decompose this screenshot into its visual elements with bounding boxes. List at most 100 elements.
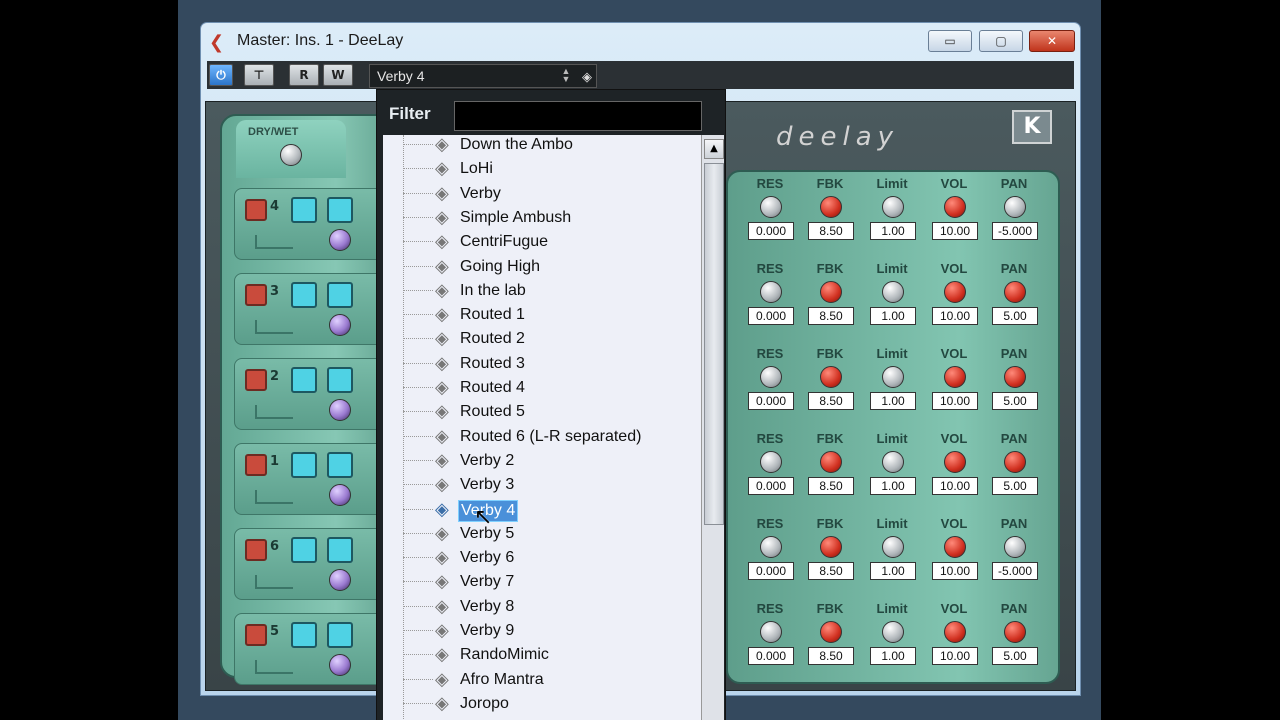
fbk-knob[interactable] (820, 281, 842, 303)
limit-knob[interactable] (882, 536, 904, 558)
vol-knob[interactable] (944, 281, 966, 303)
tap-knob[interactable] (329, 654, 351, 676)
tap-toggle-button[interactable] (327, 367, 353, 393)
close-button[interactable]: ✕ (1029, 30, 1075, 52)
tap-mute-button[interactable] (245, 369, 267, 391)
vol-knob[interactable] (944, 366, 966, 388)
res-field[interactable]: 0.000 (748, 647, 794, 665)
limit-knob[interactable] (882, 196, 904, 218)
fbk-field[interactable]: 8.50 (808, 307, 854, 325)
tap-toggle-button[interactable] (327, 282, 353, 308)
power-button[interactable]: ⏻ (209, 64, 233, 86)
preset-list-item[interactable]: ◈ Routed 4 (383, 376, 701, 400)
pan-knob[interactable] (1004, 451, 1026, 473)
tap-toggle-button[interactable] (291, 537, 317, 563)
preset-list-item[interactable]: ◈ Verby 3 (383, 473, 701, 497)
filter-input[interactable] (454, 101, 702, 131)
preset-list-item[interactable]: ◈ Verby (383, 182, 701, 206)
vol-knob[interactable] (944, 621, 966, 643)
limit-field[interactable]: 1.00 (870, 392, 916, 410)
res-knob[interactable] (760, 366, 782, 388)
preset-list-item[interactable]: ◈ Verby 5 (383, 522, 701, 546)
tap-toggle-button[interactable] (291, 197, 317, 223)
tap-knob[interactable] (329, 314, 351, 336)
res-knob[interactable] (760, 451, 782, 473)
limit-field[interactable]: 1.00 (870, 222, 916, 240)
limit-knob[interactable] (882, 451, 904, 473)
pan-field[interactable]: 5.00 (992, 307, 1038, 325)
vol-field[interactable]: 10.00 (932, 307, 978, 325)
preset-list-item[interactable]: ◈ Routed 3 (383, 352, 701, 376)
tap-mute-button[interactable] (245, 454, 267, 476)
preset-list-item[interactable]: ◈ In the lab (383, 279, 701, 303)
preset-list-item[interactable]: ◈ Routed 2 (383, 327, 701, 351)
preset-list-item[interactable]: ◈ Verby 2 (383, 449, 701, 473)
minimize-button[interactable]: ▭ (928, 30, 972, 52)
pan-knob[interactable] (1004, 536, 1026, 558)
fbk-field[interactable]: 8.50 (808, 392, 854, 410)
tap-mute-button[interactable] (245, 624, 267, 646)
fbk-knob[interactable] (820, 621, 842, 643)
res-field[interactable]: 0.000 (748, 392, 794, 410)
tap-toggle-button[interactable] (327, 622, 353, 648)
preset-list-item[interactable]: ◈ Verby 4 (383, 498, 701, 522)
preset-list-item[interactable]: ◈ Verby 7 (383, 570, 701, 594)
vol-field[interactable]: 10.00 (932, 222, 978, 240)
fbk-knob[interactable] (820, 196, 842, 218)
res-field[interactable]: 0.000 (748, 222, 794, 240)
list-scrollbar[interactable]: ▲ (701, 135, 724, 720)
fbk-field[interactable]: 8.50 (808, 477, 854, 495)
read-automation-button[interactable]: R (289, 64, 319, 86)
vol-knob[interactable] (944, 196, 966, 218)
tap-toggle-button[interactable] (291, 282, 317, 308)
bypass-button[interactable]: ⊤ (244, 64, 274, 86)
limit-field[interactable]: 1.00 (870, 647, 916, 665)
tap-toggle-button[interactable] (291, 622, 317, 648)
res-knob[interactable] (760, 536, 782, 558)
preset-list-item[interactable]: ◈ Routed 5 (383, 400, 701, 424)
tap-toggle-button[interactable] (291, 367, 317, 393)
res-knob[interactable] (760, 196, 782, 218)
pan-field[interactable]: 5.00 (992, 477, 1038, 495)
tap-toggle-button[interactable] (291, 452, 317, 478)
preset-list-item[interactable]: ◈ Down the Ambo (383, 135, 701, 157)
vol-field[interactable]: 10.00 (932, 477, 978, 495)
limit-knob[interactable] (882, 281, 904, 303)
preset-list-item[interactable]: ◈ Routed 1 (383, 303, 701, 327)
tap-knob[interactable] (329, 484, 351, 506)
pan-knob[interactable] (1004, 281, 1026, 303)
preset-list-item[interactable]: ◈ Going High (383, 255, 701, 279)
pan-knob[interactable] (1004, 366, 1026, 388)
tap-toggle-button[interactable] (327, 452, 353, 478)
scroll-up-button[interactable]: ▲ (704, 139, 724, 159)
title-bar[interactable]: ❮ Master: Ins. 1 - DeeLay ▭ ▢ ✕ (201, 23, 1080, 61)
tap-toggle-button[interactable] (327, 197, 353, 223)
pan-field[interactable]: 5.00 (992, 647, 1038, 665)
preset-list-item[interactable]: ◈ CentriFugue (383, 230, 701, 254)
preset-list-item[interactable]: ◈ RandoMimic (383, 643, 701, 667)
pan-field[interactable]: 5.00 (992, 392, 1038, 410)
limit-field[interactable]: 1.00 (870, 477, 916, 495)
vol-field[interactable]: 10.00 (932, 647, 978, 665)
pan-knob[interactable] (1004, 196, 1026, 218)
preset-list-item[interactable]: ◈ LoHi (383, 157, 701, 181)
limit-field[interactable]: 1.00 (870, 307, 916, 325)
tap-knob[interactable] (329, 229, 351, 251)
fbk-field[interactable]: 8.50 (808, 562, 854, 580)
scroll-thumb[interactable] (704, 163, 724, 525)
preset-selector[interactable]: Verby 4 ▲ ▼ ◈ (369, 64, 597, 88)
fbk-knob[interactable] (820, 451, 842, 473)
pan-knob[interactable] (1004, 621, 1026, 643)
preset-list-item[interactable]: ◈ Verby 6 (383, 546, 701, 570)
res-knob[interactable] (760, 281, 782, 303)
vol-field[interactable]: 10.00 (932, 392, 978, 410)
tap-mute-button[interactable] (245, 284, 267, 306)
preset-list-item[interactable]: ◈ Routed 6 (L-R separated) (383, 425, 701, 449)
vol-knob[interactable] (944, 536, 966, 558)
tap-knob[interactable] (329, 569, 351, 591)
preset-browser-icon[interactable]: ◈ (582, 66, 592, 88)
fbk-field[interactable]: 8.50 (808, 647, 854, 665)
preset-list-item[interactable]: ◈ Joropo (383, 692, 701, 716)
fbk-field[interactable]: 8.50 (808, 222, 854, 240)
res-field[interactable]: 0.000 (748, 562, 794, 580)
